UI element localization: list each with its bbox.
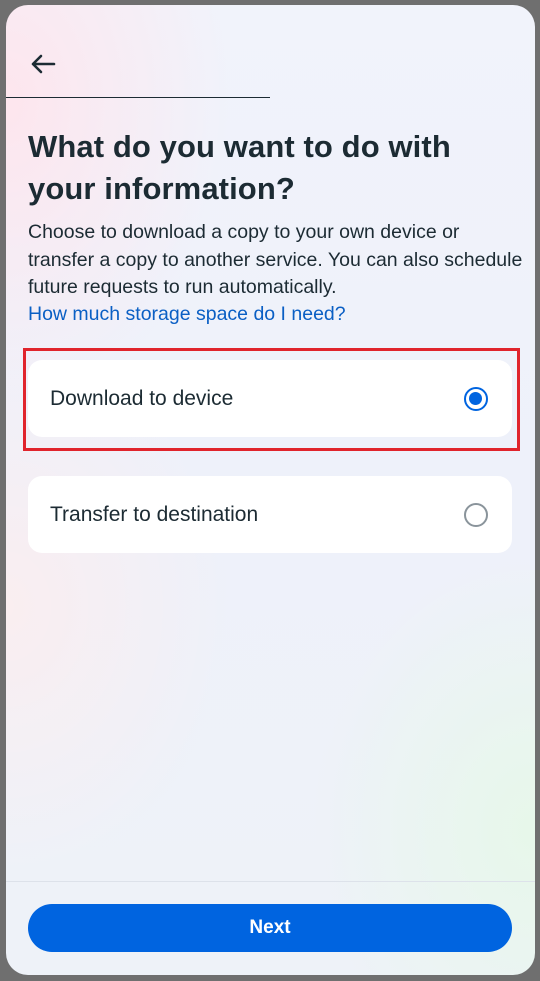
header-divider — [6, 97, 270, 98]
footer-divider — [6, 881, 535, 882]
next-button[interactable]: Next — [28, 904, 512, 952]
page-title: What do you want to do with your informa… — [28, 129, 451, 206]
option-label: Download to device — [50, 386, 234, 410]
storage-help-link[interactable]: How much storage space do I need? — [28, 301, 346, 329]
radio-selected-icon[interactable] — [464, 386, 488, 411]
option-download-to-device[interactable]: Download to device — [28, 360, 512, 437]
option-label: Transfer to destination — [50, 502, 259, 526]
option-transfer-to-destination[interactable]: Transfer to destination — [28, 476, 512, 553]
page-description: Choose to download a copy to your own de… — [28, 221, 523, 298]
back-button[interactable] — [28, 49, 58, 79]
arrow-left-icon — [31, 54, 56, 74]
radio-unselected-icon[interactable] — [464, 502, 488, 527]
app-screen: What do you want to do with your informa… — [6, 5, 535, 975]
